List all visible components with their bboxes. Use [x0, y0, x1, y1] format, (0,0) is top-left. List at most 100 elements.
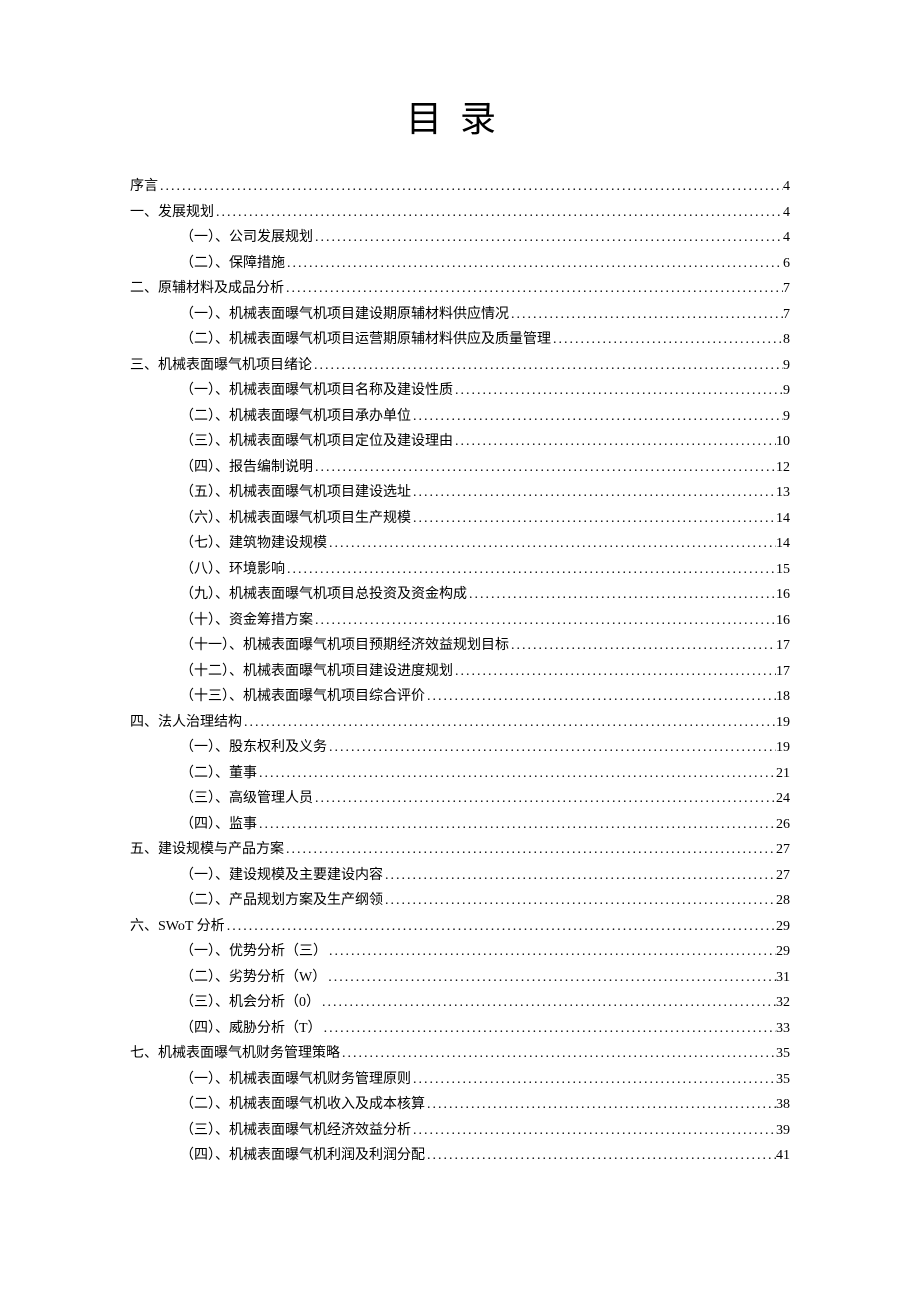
toc-entry: （四）、报告编制说明12: [180, 455, 790, 481]
toc-entry: （一）、公司发展规划 4: [180, 225, 790, 251]
toc-dots: [313, 455, 776, 481]
toc-entry-label: 一、发展规划: [130, 200, 214, 226]
toc-dots: [313, 608, 776, 634]
toc-entry-page: 17: [776, 633, 790, 659]
toc-dots: [411, 1118, 776, 1144]
toc-dots: [214, 200, 783, 226]
toc-entry-label: （一）、建设规模及主要建设内容: [180, 863, 383, 889]
toc-dots: [383, 888, 776, 914]
toc-dots: [425, 1092, 776, 1118]
toc-entry-label: 序言: [130, 174, 158, 200]
toc-entry: （二）、机械表面曝气机项目运营期原辅材料供应及质量管理8: [180, 327, 790, 353]
toc-entry: （四）、监事26: [180, 812, 790, 838]
toc-dots: [284, 276, 783, 302]
toc-dots: [313, 225, 783, 251]
toc-dots: [284, 837, 776, 863]
toc-entry: （四）、机械表面曝气机利润及利润分配 41: [180, 1143, 790, 1169]
toc-entry-page: 4: [783, 225, 790, 251]
toc-dots: [425, 684, 776, 710]
toc-entry-page: 9: [783, 404, 790, 430]
toc-entry-page: 24: [776, 786, 790, 812]
toc-entry-label: （一）、公司发展规划: [180, 225, 313, 251]
toc-entry-label: （二）、产品规划方案及生产纲领: [180, 888, 383, 914]
toc-entry-label: （六）、机械表面曝气机项目生产规模: [180, 506, 411, 532]
toc-entry-label: （八）、环境影响: [180, 557, 285, 583]
toc-entry-page: 14: [776, 506, 790, 532]
toc-entry-page: 27: [776, 837, 790, 863]
toc-entry-page: 14: [776, 531, 790, 557]
toc-entry-page: 41: [776, 1143, 790, 1169]
toc-entry: （三）、高级管理人员 24: [180, 786, 790, 812]
toc-entry-label: （四）、机械表面曝气机利润及利润分配: [180, 1143, 425, 1169]
toc-entry-label: 六、SWoT 分析: [130, 914, 225, 940]
toc-entry-label: （四）、报告编制说明: [180, 455, 313, 481]
toc-entry-page: 16: [776, 608, 790, 634]
toc-entry-label: （三）、高级管理人员: [180, 786, 313, 812]
toc-entry: （一）、机械表面曝气机项目名称及建设性质9: [180, 378, 790, 404]
toc-entry-label: 四、法人治理结构: [130, 710, 242, 736]
toc-dots: [327, 735, 776, 761]
toc-dots: [383, 863, 776, 889]
toc-entry-label: （四）、威胁分析（T）: [180, 1016, 322, 1042]
toc-entry: （二）、劣势分析（W） 31: [180, 965, 790, 991]
toc-entry-page: 4: [783, 174, 790, 200]
toc-entry: （二）、机械表面曝气机收入及成本核算38: [180, 1092, 790, 1118]
toc-dots: [425, 1143, 776, 1169]
toc-entry-label: （二）、保障措施: [180, 251, 285, 277]
toc-entry-page: 4: [783, 200, 790, 226]
toc-entry: （六）、机械表面曝气机项目生产规模 14: [180, 506, 790, 532]
toc-entry-label: 五、建设规模与产品方案: [130, 837, 284, 863]
toc-entry-page: 39: [776, 1118, 790, 1144]
toc-entry-page: 13: [776, 480, 790, 506]
toc-entry-page: 29: [776, 914, 790, 940]
toc-entry-page: 15: [776, 557, 790, 583]
toc-entry-page: 29: [776, 939, 790, 965]
toc-dots: [257, 812, 776, 838]
toc-entry: 二、原辅材料及成品分析7: [130, 276, 790, 302]
toc-entry-page: 16: [776, 582, 790, 608]
toc-entry-label: （一）、机械表面曝气机财务管理原则: [180, 1067, 411, 1093]
toc-dots: [285, 251, 783, 277]
toc-entry-label: （十二）、机械表面曝气机项目建设进度规划: [180, 659, 453, 685]
toc-entry: 七、机械表面曝气机财务管理策略35: [130, 1041, 790, 1067]
toc-entry-page: 9: [783, 378, 790, 404]
toc-dots: [453, 659, 776, 685]
toc-dots: [242, 710, 776, 736]
toc-entry-label: （二）、劣势分析（W）: [180, 965, 326, 991]
toc-title: 目录: [130, 90, 790, 142]
toc-dots: [411, 404, 783, 430]
toc-entry: 五、建设规模与产品方案 27: [130, 837, 790, 863]
toc-entry: （三）、机械表面曝气机项目定位及建设理由10: [180, 429, 790, 455]
toc-entry-label: （十）、资金筹措方案: [180, 608, 313, 634]
toc-entry-page: 27: [776, 863, 790, 889]
toc-entry-page: 31: [776, 965, 790, 991]
toc-dots: [322, 1016, 776, 1042]
toc-dots: [551, 327, 783, 353]
toc-entry-page: 19: [776, 735, 790, 761]
toc-entry-label: （十一）、机械表面曝气机项目预期经济效益规划目标: [180, 633, 509, 659]
toc-entry: 六、SWoT 分析 29: [130, 914, 790, 940]
toc-entry: （一）、优势分析（三）29: [180, 939, 790, 965]
toc-entry: （十一）、机械表面曝气机项目预期经济效益规划目标 17: [180, 633, 790, 659]
toc-entry-label: 七、机械表面曝气机财务管理策略: [130, 1041, 340, 1067]
toc-entry-page: 28: [776, 888, 790, 914]
toc-dots: [467, 582, 776, 608]
toc-entry: （十三）、机械表面曝气机项目综合评价18: [180, 684, 790, 710]
toc-entry-page: 6: [783, 251, 790, 277]
toc-entry-page: 32: [776, 990, 790, 1016]
toc-entry-label: （二）、机械表面曝气机收入及成本核算: [180, 1092, 425, 1118]
toc-entry: （三）、机械表面曝气机经济效益分析39: [180, 1118, 790, 1144]
toc-entry: 序言 4: [130, 174, 790, 200]
toc-dots: [411, 480, 776, 506]
toc-entry: 三、机械表面曝气机项目绪论9: [130, 353, 790, 379]
toc-entry-page: 18: [776, 684, 790, 710]
toc-dots: [453, 429, 776, 455]
toc-dots: [509, 302, 783, 328]
toc-entry: （一）、建设规模及主要建设内容 27: [180, 863, 790, 889]
toc-entry: （二）、机械表面曝气机项目承办单位9: [180, 404, 790, 430]
toc-entry-label: （五）、机械表面曝气机项目建设选址: [180, 480, 411, 506]
toc-entry: 一、发展规划 4: [130, 200, 790, 226]
toc-entry-label: （一）、股东权利及义务: [180, 735, 327, 761]
toc-entry: （八）、环境影响 15: [180, 557, 790, 583]
toc-entry-label: （三）、机会分析（0）: [180, 990, 320, 1016]
